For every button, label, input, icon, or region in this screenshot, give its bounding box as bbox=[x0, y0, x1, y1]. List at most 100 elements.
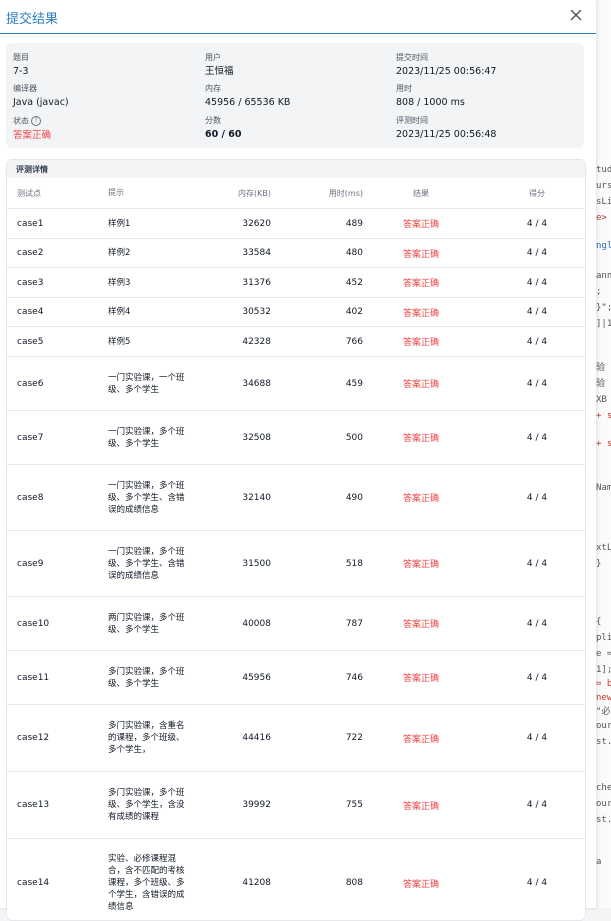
row-score: 4 / 4 bbox=[526, 558, 548, 569]
row-result: 答案正确 bbox=[402, 249, 439, 260]
table-row: case12 多门实验课，含重名的课程，多个班级、多个学生， 44416 722 答案正… bbox=[7, 705, 585, 772]
problem-label: 题目 bbox=[13, 53, 29, 62]
table-header: 测试点 提示 内存(KB) 用时(ms) 结果 得分 bbox=[7, 178, 585, 209]
modal-title: 提交结果 bbox=[6, 12, 59, 27]
row-score: 4 / 4 bbox=[526, 432, 548, 443]
row-memory: 33584 bbox=[242, 248, 271, 258]
info-compiler: 编译器 Java (javac) bbox=[13, 84, 69, 109]
row-case: case5 bbox=[17, 336, 44, 347]
row-score: 4 / 4 bbox=[526, 618, 548, 629]
row-hint: 样例4 bbox=[108, 307, 131, 317]
table-row: case14 实验、必修课程混合，含不匹配的考核课程，多个班级、多个学生，含错误的… bbox=[7, 839, 585, 920]
row-score: 4 / 4 bbox=[526, 492, 548, 503]
row-memory: 32508 bbox=[242, 432, 271, 443]
row-score: 4 / 4 bbox=[526, 248, 548, 258]
row-memory: 32140 bbox=[242, 492, 271, 503]
status-value: 答案正确 bbox=[13, 129, 52, 141]
row-case: case10 bbox=[17, 618, 50, 629]
user-label: 用户 bbox=[205, 53, 221, 62]
row-result: 答案正确 bbox=[402, 734, 439, 745]
row-case: case7 bbox=[17, 432, 44, 443]
row-hint: 两门实验课，多个班级、多个学生 bbox=[108, 612, 185, 635]
row-case: case13 bbox=[17, 800, 50, 810]
time-value: 808 / 1000 ms bbox=[396, 97, 465, 108]
row-hint: 实验、必修课程混合，含不匹配的考核课程，多个班级、多个学生，含错误的成绩信息 bbox=[108, 854, 185, 912]
info-memory: 内存 45956 / 65536 KB bbox=[205, 84, 290, 109]
row-result: 答案正确 bbox=[402, 279, 439, 289]
judge-time-label: 评测时间 bbox=[396, 116, 428, 125]
submit-time-label: 提交时间 bbox=[396, 53, 428, 62]
row-result: 答案正确 bbox=[402, 620, 439, 630]
row-hint: 一门实验课，多个班级、多个学生、含错误的成绩信息 bbox=[108, 546, 185, 581]
background-code-editor: tude urse sLi e> ngl anne ; }"; ]|1 验 验 … bbox=[596, 0, 611, 908]
row-case: case11 bbox=[17, 672, 50, 683]
memory-value: 45956 / 65536 KB bbox=[205, 97, 291, 108]
table-body: case1 样例1 32620 489 答案正确 4 / 4 case2 样例2 33584 48… bbox=[7, 209, 585, 920]
row-memory: 40008 bbox=[242, 618, 271, 629]
row-memory: 45956 bbox=[242, 672, 271, 683]
row-time: 490 bbox=[345, 492, 363, 503]
row-hint: 样例2 bbox=[108, 248, 131, 258]
row-case: case3 bbox=[17, 277, 44, 288]
row-score: 4 / 4 bbox=[526, 277, 548, 288]
row-hint: 样例1 bbox=[108, 218, 131, 229]
row-memory: 34688 bbox=[242, 378, 271, 389]
row-memory: 44416 bbox=[242, 733, 271, 743]
time-label: 用时 bbox=[396, 84, 412, 93]
score-label: 分数 bbox=[205, 116, 221, 125]
row-time: 452 bbox=[345, 277, 363, 288]
row-hint: 样例5 bbox=[108, 336, 131, 347]
row-score: 4 / 4 bbox=[526, 800, 548, 810]
row-score: 4 / 4 bbox=[526, 336, 548, 347]
table-row: case11 多门实验课，多个班级、多个学生 45956 746 答案正确 4 / 4 bbox=[7, 651, 585, 705]
row-case: case14 bbox=[17, 878, 50, 888]
row-result: 答案正确 bbox=[402, 560, 439, 570]
info-score: 分数 60 / 60 bbox=[205, 116, 242, 141]
row-result: 答案正确 bbox=[402, 494, 439, 504]
info-user: 用户 王恒福 bbox=[205, 53, 234, 78]
row-score: 4 / 4 bbox=[526, 218, 548, 229]
status-label: 状态 bbox=[13, 116, 29, 126]
problem-value: 7-3 bbox=[13, 66, 29, 77]
table-row: case10 两门实验课，多个班级、多个学生 40008 787 答案正确 4 / 4 bbox=[7, 597, 585, 651]
row-result: 答案正确 bbox=[402, 801, 439, 812]
table-row: case6 一门实验课，一个班级、多个学生 34688 459 答案正确 4 / 4 bbox=[7, 357, 585, 411]
row-time: 500 bbox=[345, 432, 363, 443]
row-time: 518 bbox=[345, 558, 363, 569]
user-value: 王恒福 bbox=[205, 66, 234, 77]
row-time: 480 bbox=[345, 248, 363, 258]
submission-result-modal: 提交结果 题目 7-3 用户 王恒福 提交时间 2023/11/25 00:56… bbox=[0, 0, 596, 921]
row-hint: 一门实验课，多个班级、多个学生 bbox=[108, 426, 185, 449]
header-result: 结果 bbox=[413, 188, 429, 198]
score-value: 60 / 60 bbox=[205, 129, 242, 140]
table-row: case1 样例1 32620 489 答案正确 4 / 4 bbox=[7, 209, 585, 239]
row-hint: 多门实验课，多个班级、多个学生，含没有成绩的课程 bbox=[108, 788, 185, 822]
row-memory: 39992 bbox=[242, 800, 271, 810]
row-time: 722 bbox=[345, 733, 363, 743]
table-row: case4 样例4 30532 402 答案正确 4 / 4 bbox=[7, 298, 585, 327]
header-hint: 提示 bbox=[108, 188, 124, 197]
row-result: 答案正确 bbox=[402, 674, 439, 684]
row-memory: 42328 bbox=[242, 336, 271, 347]
help-icon[interactable]: ? bbox=[31, 116, 41, 126]
row-score: 4 / 4 bbox=[526, 672, 548, 683]
close-button[interactable] bbox=[568, 7, 584, 23]
row-result: 答案正确 bbox=[402, 879, 439, 890]
close-icon[interactable] bbox=[568, 7, 584, 23]
row-hint: 多门实验课，多个班级、多个学生 bbox=[108, 666, 185, 689]
info-judge-time: 评测时间 2023/11/25 00:56:48 bbox=[396, 116, 496, 141]
row-hint: 一门实验课，多个班级、多个学生、含错误的成绩信息 bbox=[108, 480, 185, 515]
memory-label: 内存 bbox=[205, 84, 221, 93]
judge-time-value: 2023/11/25 00:56:48 bbox=[396, 129, 497, 140]
row-result: 答案正确 bbox=[402, 380, 439, 390]
row-case: case8 bbox=[17, 492, 44, 503]
row-time: 755 bbox=[345, 800, 363, 810]
submission-info-panel: 题目 7-3 用户 王恒福 提交时间 2023/11/25 00:56:47 编… bbox=[6, 43, 584, 148]
submit-time-value: 2023/11/25 00:56:47 bbox=[396, 66, 497, 77]
row-hint: 样例3 bbox=[108, 277, 131, 288]
info-time: 用时 808 / 1000 ms bbox=[396, 84, 465, 109]
table-row: case8 一门实验课，多个班级、多个学生、含错误的成绩信息 32140 490 答案正… bbox=[7, 465, 585, 531]
judge-details-title: 评测详情 bbox=[7, 160, 585, 178]
row-time: 402 bbox=[345, 307, 363, 317]
row-case: case4 bbox=[17, 307, 44, 317]
